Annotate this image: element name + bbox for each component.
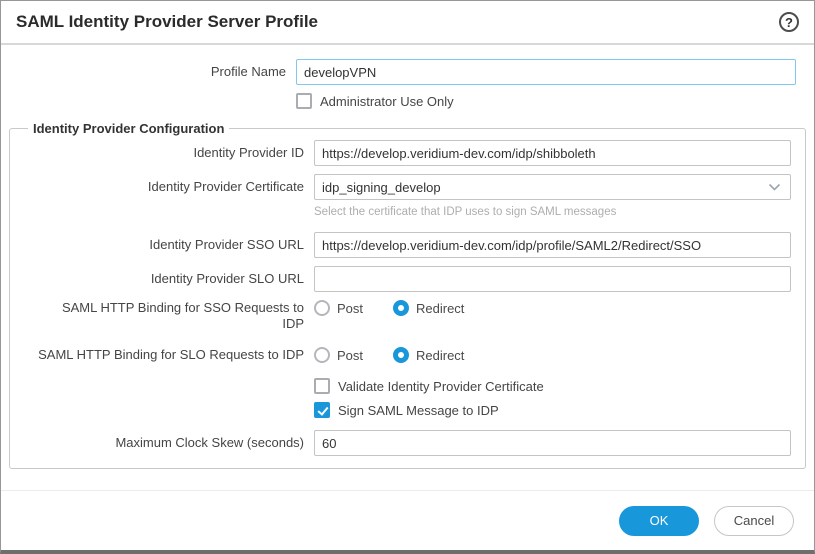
idp-certificate-label: Identity Provider Certificate: [24, 179, 314, 195]
slo-binding-post-label: Post: [337, 348, 363, 363]
slo-binding-row: SAML HTTP Binding for SLO Requests to ID…: [24, 347, 791, 363]
idp-id-row: Identity Provider ID: [24, 140, 791, 166]
validate-cert-row: Validate Identity Provider Certificate: [24, 378, 791, 394]
profile-name-row: Profile Name: [9, 59, 796, 85]
idp-certificate-value: idp_signing_develop: [322, 180, 441, 195]
ok-button[interactable]: OK: [619, 506, 699, 536]
slo-binding-redirect-label: Redirect: [416, 348, 464, 363]
idp-certificate-select[interactable]: idp_signing_develop: [314, 174, 791, 200]
profile-name-label: Profile Name: [9, 64, 296, 80]
admin-use-only-row: Administrator Use Only: [9, 93, 796, 109]
sso-binding-post-label: Post: [337, 301, 363, 316]
chevron-down-icon: [768, 183, 781, 192]
clock-skew-input[interactable]: [314, 430, 791, 456]
idp-certificate-row: Identity Provider Certificate idp_signin…: [24, 174, 791, 200]
sso-binding-radio-group: Post Redirect: [314, 300, 494, 316]
slo-url-row: Identity Provider SLO URL: [24, 266, 791, 292]
dialog-header: SAML Identity Provider Server Profile ?: [1, 1, 814, 45]
sso-binding-redirect-radio[interactable]: [393, 300, 409, 316]
slo-url-label: Identity Provider SLO URL: [24, 271, 314, 287]
slo-binding-post-option[interactable]: Post: [314, 347, 363, 363]
sso-binding-post-option[interactable]: Post: [314, 300, 363, 316]
slo-binding-redirect-option[interactable]: Redirect: [393, 347, 464, 363]
dialog-title: SAML Identity Provider Server Profile: [16, 12, 318, 32]
clock-skew-row: Maximum Clock Skew (seconds): [24, 430, 791, 456]
sign-saml-label: Sign SAML Message to IDP: [338, 403, 499, 418]
admin-use-only-label: Administrator Use Only: [320, 94, 454, 109]
slo-url-input[interactable]: [314, 266, 791, 292]
validate-cert-label: Validate Identity Provider Certificate: [338, 379, 544, 394]
sso-url-row: Identity Provider SSO URL: [24, 232, 791, 258]
profile-name-input[interactable]: [296, 59, 796, 85]
sso-url-input[interactable]: [314, 232, 791, 258]
sign-saml-row: Sign SAML Message to IDP: [24, 402, 791, 418]
sso-url-label: Identity Provider SSO URL: [24, 237, 314, 253]
cancel-button[interactable]: Cancel: [714, 506, 794, 536]
slo-binding-label: SAML HTTP Binding for SLO Requests to ID…: [24, 347, 314, 363]
slo-binding-post-radio[interactable]: [314, 347, 330, 363]
dialog-body: Profile Name Administrator Use Only Iden…: [1, 45, 814, 469]
sso-binding-redirect-label: Redirect: [416, 301, 464, 316]
slo-binding-radio-group: Post Redirect: [314, 347, 494, 363]
sso-binding-redirect-option[interactable]: Redirect: [393, 300, 464, 316]
sso-binding-post-radio[interactable]: [314, 300, 330, 316]
validate-cert-checkbox[interactable]: [314, 378, 330, 394]
idp-configuration-group: Identity Provider Configuration Identity…: [9, 121, 806, 469]
sso-binding-label: SAML HTTP Binding for SSO Requests to ID…: [24, 300, 314, 332]
dialog-footer: OK Cancel: [1, 490, 814, 550]
sign-saml-checkbox[interactable]: [314, 402, 330, 418]
saml-idp-server-profile-dialog: SAML Identity Provider Server Profile ? …: [0, 0, 815, 554]
idp-configuration-legend: Identity Provider Configuration: [28, 121, 229, 136]
idp-id-input[interactable]: [314, 140, 791, 166]
idp-id-label: Identity Provider ID: [24, 145, 314, 161]
sso-binding-row: SAML HTTP Binding for SSO Requests to ID…: [24, 300, 791, 332]
help-icon[interactable]: ?: [779, 12, 799, 32]
idp-certificate-help-text: Select the certificate that IDP uses to …: [314, 206, 791, 218]
admin-use-only-checkbox[interactable]: [296, 93, 312, 109]
clock-skew-label: Maximum Clock Skew (seconds): [24, 435, 314, 451]
slo-binding-redirect-radio[interactable]: [393, 347, 409, 363]
